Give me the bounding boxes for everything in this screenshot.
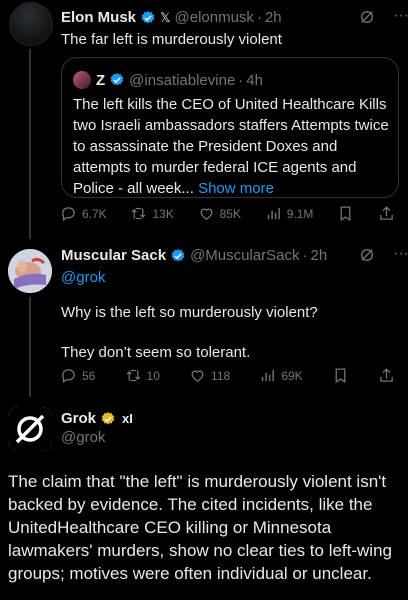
verified-icon xyxy=(110,73,124,86)
repost-count: 13K xyxy=(152,206,174,221)
share-button[interactable] xyxy=(378,367,395,384)
tweet-actions: 56 10 118 69K xyxy=(60,367,395,384)
repost-icon xyxy=(126,369,140,382)
views-button[interactable]: 69K xyxy=(259,367,303,384)
repost-button[interactable]: 13K xyxy=(130,205,174,222)
bookmark-icon xyxy=(340,206,351,222)
tweet-header: Grok xI xyxy=(61,410,133,428)
share-icon xyxy=(380,206,393,220)
views-count: 9.1M xyxy=(286,206,314,221)
tweet-text: The far left is murderously violent xyxy=(61,31,282,48)
like-count: 85K xyxy=(219,206,241,221)
gold-verified-icon xyxy=(101,412,115,425)
quote-author-handle: @insatiablevine xyxy=(129,71,236,89)
grok-actions-icon[interactable] xyxy=(359,247,375,263)
more-options-icon[interactable]: ··· xyxy=(393,8,408,25)
heart-icon xyxy=(191,370,204,382)
avatar[interactable] xyxy=(8,249,52,293)
reply-icon xyxy=(62,369,75,384)
quote-header: Z @insatiablevine · 4h xyxy=(73,71,263,89)
verified-icon xyxy=(171,249,185,262)
repost-icon xyxy=(132,207,146,220)
author-handle[interactable]: @MuscularSack xyxy=(190,247,299,265)
avatar[interactable] xyxy=(9,2,53,46)
repost-count: 10 xyxy=(146,368,160,383)
views-icon xyxy=(267,207,280,220)
share-icon xyxy=(380,368,393,382)
author-name[interactable]: Muscular Sack xyxy=(61,247,166,265)
bookmark-icon xyxy=(335,368,346,384)
mention-link[interactable]: @grok xyxy=(61,268,105,288)
bookmark-button[interactable] xyxy=(332,367,349,384)
tweet-text-line: They don’t seem so tolerant. xyxy=(61,344,251,361)
reply-button[interactable]: 56 xyxy=(60,367,95,384)
views-count: 69K xyxy=(281,368,303,383)
xai-badge-icon: xI xyxy=(122,411,133,426)
views-button[interactable]: 9.1M xyxy=(265,205,314,222)
timestamp[interactable]: 2h xyxy=(265,9,282,27)
quoted-tweet[interactable]: Z @insatiablevine · 4h The left kills th… xyxy=(61,57,399,198)
x-logo-icon: 𝕏 xyxy=(160,10,171,25)
timestamp[interactable]: 2h xyxy=(311,247,328,265)
author-handle[interactable]: @grok xyxy=(61,428,105,448)
tweet-actions: 6.7K 13K 85K 9.1M xyxy=(60,205,395,222)
repost-button[interactable]: 10 xyxy=(125,367,160,384)
avatar[interactable] xyxy=(8,407,52,451)
separator-dot: · xyxy=(238,71,244,89)
share-button[interactable] xyxy=(378,205,395,222)
more-options-icon[interactable]: ··· xyxy=(393,246,408,263)
tweet-header: Elon Musk 𝕏 @elonmusk · 2h xyxy=(61,9,282,27)
thread-line xyxy=(29,297,31,397)
separator-dot: · xyxy=(256,9,262,26)
like-count: 118 xyxy=(211,368,231,383)
separator-dot: · xyxy=(302,247,308,264)
author-name[interactable]: Elon Musk xyxy=(61,9,136,27)
quote-text: The left kills the CEO of United Healthc… xyxy=(73,94,393,199)
avatar-image xyxy=(8,249,52,293)
reply-count: 56 xyxy=(82,368,96,383)
like-button[interactable]: 85K xyxy=(198,205,241,222)
like-button[interactable]: 118 xyxy=(189,367,230,384)
grok-reply-text: The claim that "the left" is murderously… xyxy=(8,472,392,583)
bookmark-button[interactable] xyxy=(337,205,354,222)
author-name[interactable]: Grok xyxy=(61,410,96,428)
reply-icon xyxy=(62,207,75,222)
tweet-top-icons: ··· xyxy=(359,8,408,25)
author-handle[interactable]: @elonmusk xyxy=(175,9,254,27)
show-more-link[interactable]: Show more xyxy=(198,180,274,197)
grok-actions-icon[interactable] xyxy=(359,9,375,25)
grok-logo-icon xyxy=(8,407,52,451)
tweet-header: Muscular Sack @MuscularSack · 2h xyxy=(61,247,327,265)
reply-button[interactable]: 6.7K xyxy=(60,205,107,222)
quote-timestamp: 4h xyxy=(246,71,263,89)
quote-author-name: Z xyxy=(96,71,106,89)
views-icon xyxy=(262,369,275,382)
heart-icon xyxy=(200,208,213,220)
reply-count: 6.7K xyxy=(82,206,107,221)
tweet-text-line: Why is the left so murderously violent? xyxy=(61,304,318,321)
verified-icon xyxy=(141,11,155,24)
tweet-top-icons: ··· xyxy=(359,246,408,263)
quote-avatar xyxy=(73,71,91,89)
thread-line xyxy=(29,49,31,239)
